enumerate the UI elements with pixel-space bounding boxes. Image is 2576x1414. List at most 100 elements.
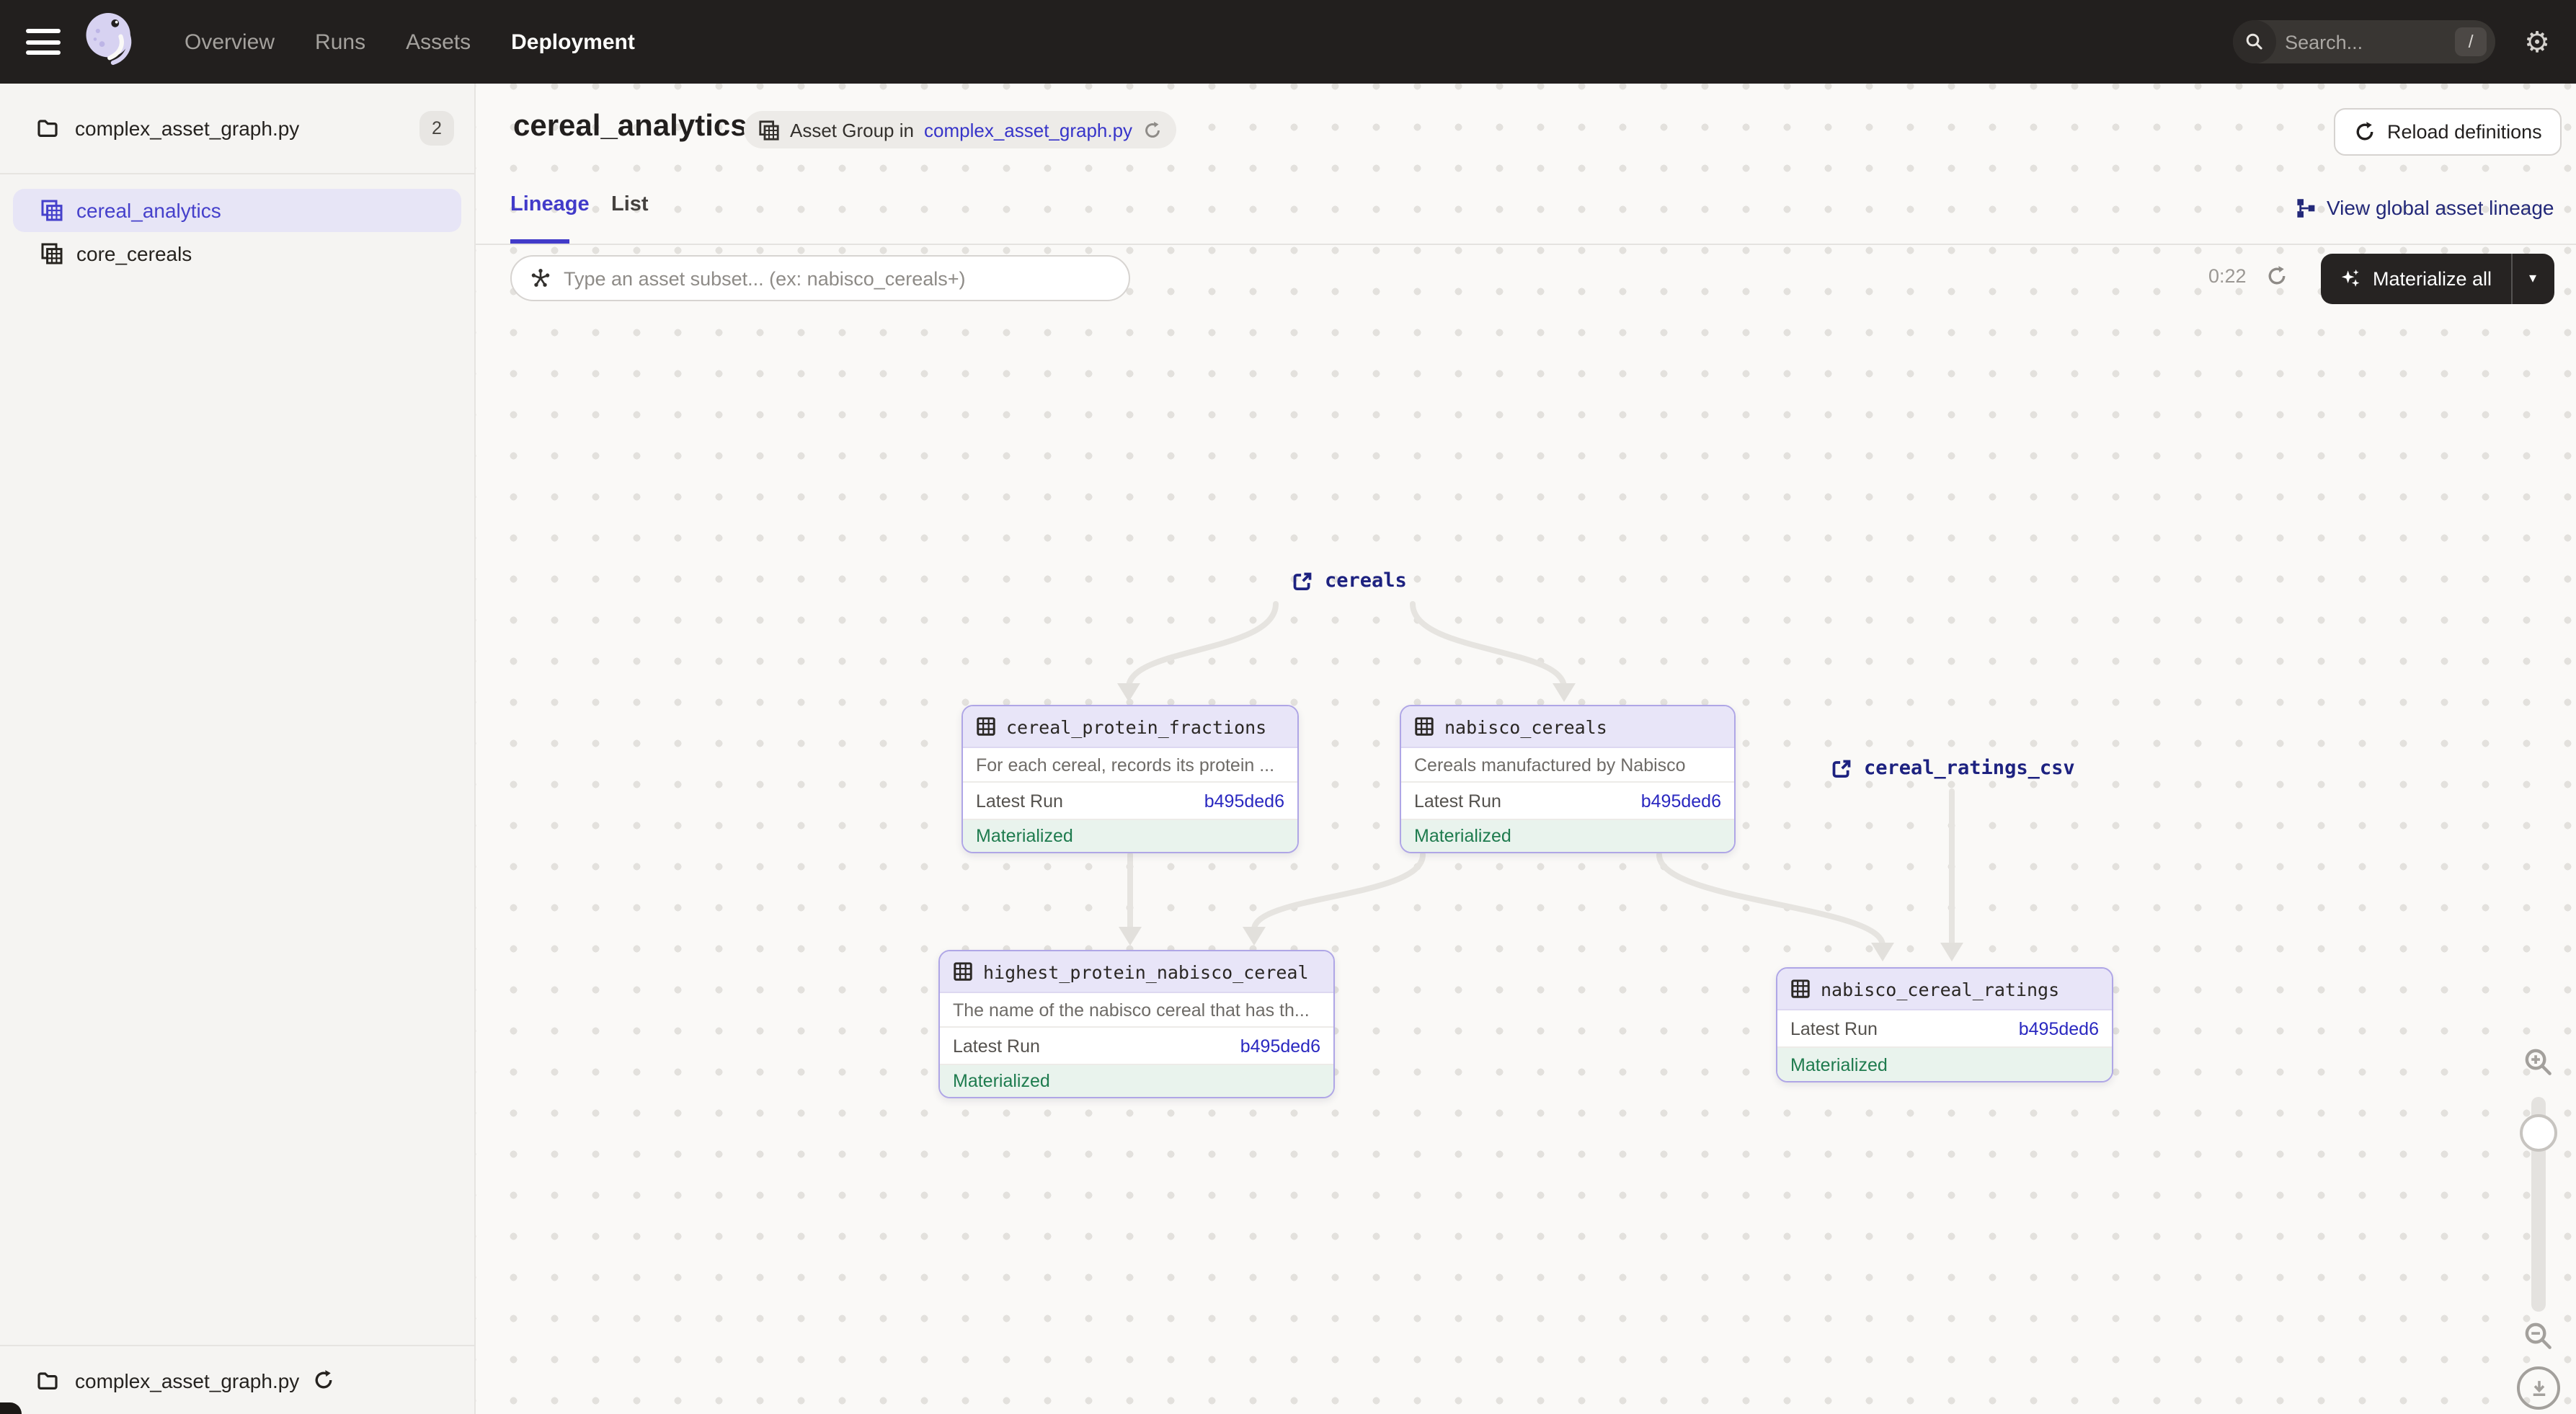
asset-name: cereal_protein_fractions [1006, 716, 1266, 737]
asset-group-list: cereal_analytics core_cereals [0, 174, 474, 275]
nav-overview[interactable]: Overview [185, 30, 275, 54]
source-asset-cereal-ratings-csv[interactable]: cereal_ratings_csv [1831, 757, 2075, 780]
latest-run-row: Latest Run b495ded6 [1777, 1010, 2112, 1048]
sidebar-item-cereal-analytics[interactable]: cereal_analytics [13, 189, 461, 232]
asset-node-cereal-protein-fractions[interactable]: cereal_protein_fractions For each cereal… [961, 705, 1299, 853]
search-shortcut-badge: / [2455, 27, 2487, 56]
asset-group-icon [40, 199, 63, 222]
asset-node-header: nabisco_cereals [1401, 706, 1734, 748]
nav-assets[interactable]: Assets [406, 30, 471, 54]
settings-gear-icon[interactable]: ⚙ [2524, 27, 2550, 56]
global-search-input[interactable]: Search... / [2233, 20, 2495, 63]
asset-subset-filter[interactable] [510, 255, 1130, 301]
topnav-right: Search... / ⚙ [2233, 20, 2550, 63]
asset-node-header: nabisco_cereal_ratings [1777, 969, 2112, 1010]
code-location-label: complex_asset_graph.py [75, 117, 419, 140]
lineage-graph-icon [2295, 197, 2317, 218]
latest-run-row: Latest Run b495ded6 [1401, 783, 1734, 820]
context-prefix: Asset Group in [790, 119, 914, 141]
top-nav: Overview Runs Assets Deployment Search..… [0, 0, 2576, 84]
latest-run-row: Latest Run b495ded6 [963, 783, 1297, 820]
asset-description: Cereals manufactured by Nabisco [1401, 748, 1734, 783]
zoom-slider-thumb[interactable] [2520, 1114, 2557, 1152]
refresh-icon[interactable] [1142, 120, 1161, 139]
active-tab-underline [510, 239, 569, 244]
asset-node-highest-protein-nabisco-cereal[interactable]: highest_protein_nabisco_cereal The name … [938, 950, 1335, 1098]
sparkles-icon [2340, 268, 2361, 290]
source-asset-cereals[interactable]: cereals [1292, 569, 1407, 592]
source-asset-label: cereals [1325, 569, 1407, 592]
asset-subset-input[interactable] [564, 267, 1111, 289]
source-asset-label: cereal_ratings_csv [1864, 757, 2075, 780]
table-icon [1414, 716, 1434, 737]
folder-icon [36, 1369, 59, 1392]
view-global-asset-lineage-link[interactable]: View global asset lineage [2295, 196, 2554, 219]
run-id-link[interactable]: b495ded6 [2019, 1018, 2099, 1039]
asset-name: nabisco_cereal_ratings [1821, 978, 2059, 1000]
run-id-link[interactable]: b495ded6 [1204, 791, 1284, 811]
external-link-icon [1292, 570, 1313, 592]
asset-node-nabisco-cereals[interactable]: nabisco_cereals Cereals manufactured by … [1400, 705, 1736, 853]
latest-run-label: Latest Run [1414, 791, 1501, 811]
hamburger-menu-icon[interactable] [26, 29, 61, 55]
asset-name: highest_protein_nabisco_cereal [983, 961, 1309, 982]
materialize-all-main[interactable]: Materialize all [2321, 254, 2510, 304]
primary-nav: Overview Runs Assets Deployment [185, 30, 635, 54]
materialize-all-button[interactable]: Materialize all ▾ [2321, 254, 2554, 304]
dagster-logo-icon[interactable] [78, 7, 144, 85]
asset-group-icon [758, 119, 780, 141]
header-divider [476, 244, 2576, 245]
refresh-icon [2354, 121, 2376, 143]
sidebar-item-label: core_cereals [76, 242, 192, 265]
run-id-link[interactable]: b495ded6 [1240, 1036, 1320, 1056]
asset-group-icon [40, 242, 63, 265]
sidebar-footer: complex_asset_graph.py [0, 1345, 474, 1414]
zoom-out-icon[interactable] [2523, 1320, 2554, 1352]
global-lineage-label: View global asset lineage [2327, 196, 2554, 219]
refresh-graph-icon[interactable] [2266, 265, 2288, 287]
tab-lineage[interactable]: Lineage [510, 193, 590, 216]
asset-node-header: cereal_protein_fractions [963, 706, 1297, 748]
tab-list[interactable]: List [611, 193, 649, 216]
download-image-button[interactable] [2517, 1366, 2560, 1410]
materialize-all-label: Materialize all [2373, 268, 2492, 290]
code-location-row[interactable]: complex_asset_graph.py 2 [0, 84, 474, 173]
nav-runs[interactable]: Runs [315, 30, 365, 54]
sidebar-item-label: cereal_analytics [76, 199, 221, 222]
asset-selection-icon [529, 267, 552, 290]
asset-description: The name of the nabisco cereal that has … [940, 993, 1333, 1028]
materialize-dropdown-button[interactable]: ▾ [2510, 254, 2554, 304]
run-id-link[interactable]: b495ded6 [1641, 791, 1721, 811]
table-icon [953, 961, 973, 982]
search-placeholder: Search... [2285, 31, 2455, 53]
context-file-link[interactable]: complex_asset_graph.py [924, 119, 1132, 141]
latest-run-row: Latest Run b495ded6 [940, 1028, 1333, 1065]
page-title: cereal_analytics [513, 110, 747, 144]
table-icon [976, 716, 996, 737]
nav-deployment[interactable]: Deployment [511, 30, 635, 54]
reload-location-icon[interactable] [312, 1369, 334, 1391]
latest-run-label: Latest Run [976, 791, 1063, 811]
materialized-status-badge: Materialized [1401, 820, 1734, 852]
folder-icon [36, 117, 59, 140]
zoom-in-icon[interactable] [2523, 1046, 2554, 1078]
footer-location-label: complex_asset_graph.py [75, 1369, 299, 1392]
asset-name: nabisco_cereals [1444, 716, 1607, 737]
table-icon [1790, 979, 1811, 999]
asset-description: For each cereal, records its protein ... [963, 748, 1297, 783]
reload-definitions-label: Reload definitions [2387, 121, 2542, 143]
latest-run-label: Latest Run [1790, 1018, 1878, 1039]
asset-group-context-pill: Asset Group in complex_asset_graph.py [744, 111, 1176, 148]
sidebar: complex_asset_graph.py 2 cereal_analytic… [0, 84, 476, 1414]
external-link-icon [1831, 757, 1852, 779]
sidebar-item-core-cereals[interactable]: core_cereals [13, 232, 461, 275]
search-icon [2233, 20, 2276, 63]
asset-node-nabisco-cereal-ratings[interactable]: nabisco_cereal_ratings Latest Run b495de… [1776, 967, 2113, 1082]
reload-definitions-button[interactable]: Reload definitions [2334, 108, 2562, 156]
materialized-status-badge: Materialized [1777, 1048, 2112, 1081]
latest-run-label: Latest Run [953, 1036, 1040, 1056]
materialized-status-badge: Materialized [940, 1065, 1333, 1097]
dagster-app: Overview Runs Assets Deployment Search..… [0, 0, 2576, 1414]
group-count-badge: 2 [419, 111, 454, 146]
refresh-timer: 0:22 [2208, 265, 2247, 287]
